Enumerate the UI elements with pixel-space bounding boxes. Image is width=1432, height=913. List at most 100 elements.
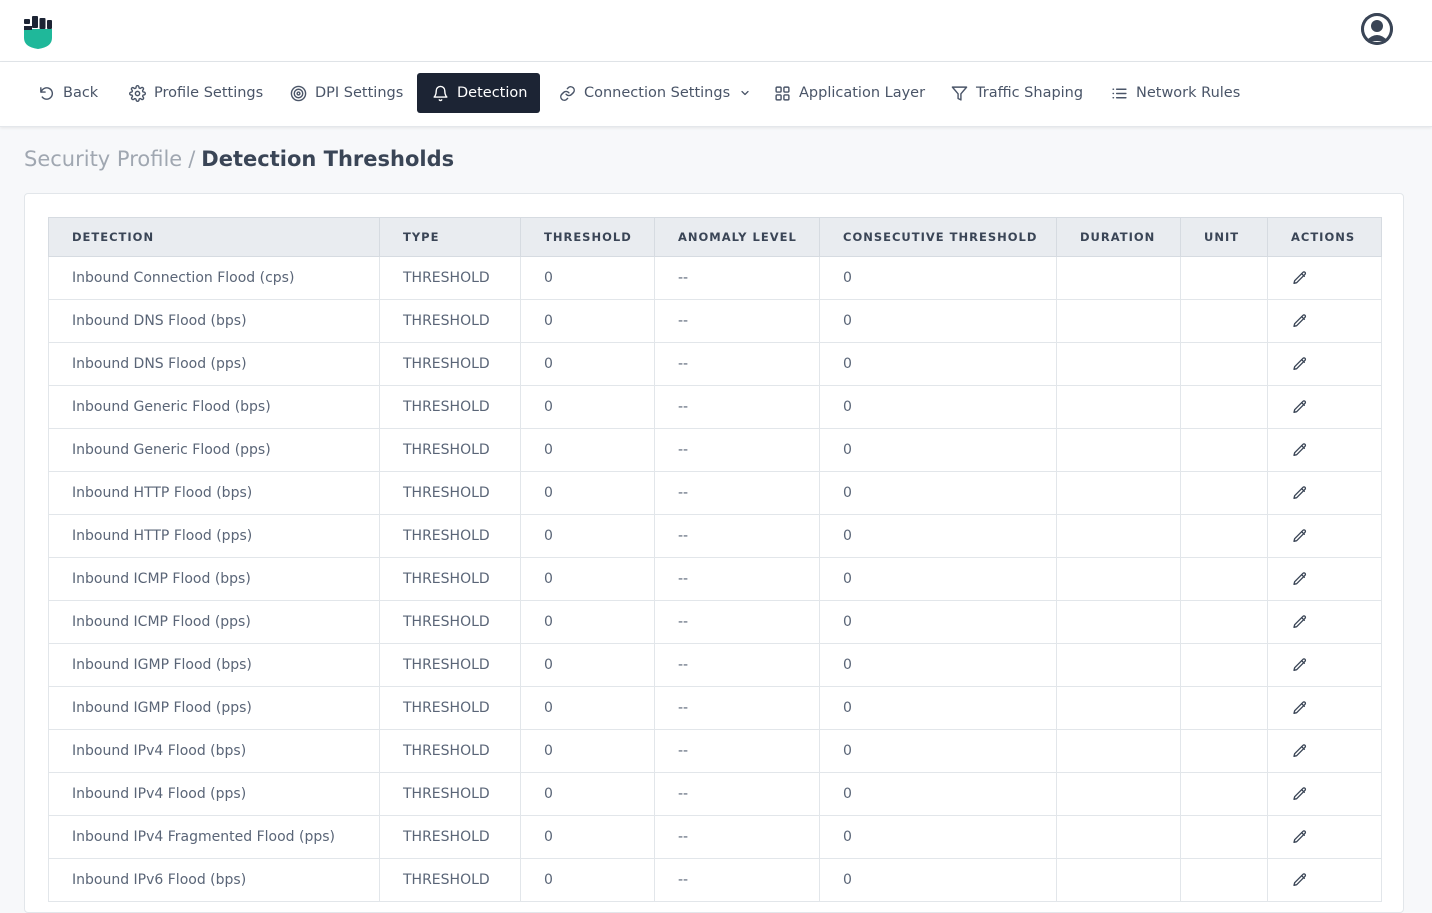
cell-type: THRESHOLD xyxy=(379,299,521,343)
tab-dpi-settings[interactable]: DPI Settings xyxy=(290,73,403,113)
cell-consecutive-threshold: 0 xyxy=(819,299,1057,343)
cell-consecutive-threshold: 0 xyxy=(819,858,1057,902)
edit-row-button[interactable] xyxy=(1267,686,1382,730)
edit-row-button[interactable] xyxy=(1267,600,1382,644)
cell-threshold: 0 xyxy=(520,385,655,429)
cell-unit xyxy=(1180,858,1268,902)
breadcrumb-parent[interactable]: Security Profile xyxy=(24,147,182,171)
cell-unit xyxy=(1180,514,1268,558)
cell-duration xyxy=(1056,600,1181,644)
table-row: Inbound ICMP Flood (bps) THRESHOLD 0 -- 0 xyxy=(48,557,1382,601)
table-row: Inbound IGMP Flood (pps) THRESHOLD 0 -- 0 xyxy=(48,686,1382,730)
edit-row-button[interactable] xyxy=(1267,342,1382,386)
user-avatar-icon[interactable] xyxy=(1361,13,1393,45)
cell-anomaly-level: -- xyxy=(654,815,820,859)
nav-label: DPI Settings xyxy=(315,85,404,101)
cell-anomaly-level: -- xyxy=(654,858,820,902)
cell-anomaly-level: -- xyxy=(654,557,820,601)
pencil-icon xyxy=(1293,572,1307,585)
edit-row-button[interactable] xyxy=(1267,772,1382,816)
edit-row-button[interactable] xyxy=(1267,557,1382,601)
cell-anomaly-level: -- xyxy=(654,600,820,644)
cell-detection: Inbound IPv4 Flood (pps) xyxy=(48,772,380,816)
pencil-icon xyxy=(1293,744,1307,757)
cell-consecutive-threshold: 0 xyxy=(819,643,1057,687)
tab-profile-settings[interactable]: Profile Settings xyxy=(129,73,263,113)
edit-row-button[interactable] xyxy=(1267,643,1382,687)
edit-row-button[interactable] xyxy=(1267,815,1382,859)
cell-consecutive-threshold: 0 xyxy=(819,256,1057,300)
cell-consecutive-threshold: 0 xyxy=(819,471,1057,515)
table-row: Inbound IGMP Flood (bps) THRESHOLD 0 -- 0 xyxy=(48,643,1382,687)
cell-duration xyxy=(1056,729,1181,773)
cell-consecutive-threshold: 0 xyxy=(819,600,1057,644)
tab-traffic-shaping[interactable]: Traffic Shaping xyxy=(951,73,1083,113)
cell-duration xyxy=(1056,557,1181,601)
table-row: Inbound Generic Flood (pps) THRESHOLD 0 -- 0 xyxy=(48,428,1382,472)
cell-type: THRESHOLD xyxy=(379,256,521,300)
cell-threshold: 0 xyxy=(520,428,655,472)
edit-row-button[interactable] xyxy=(1267,299,1382,343)
cell-type: THRESHOLD xyxy=(379,815,521,859)
cell-unit xyxy=(1180,342,1268,386)
cell-threshold: 0 xyxy=(520,815,655,859)
target-icon xyxy=(290,85,307,101)
edit-row-button[interactable] xyxy=(1267,256,1382,300)
table-row: Inbound IPv6 Flood (bps) THRESHOLD 0 -- 0 xyxy=(48,858,1382,902)
pencil-icon xyxy=(1293,271,1307,284)
cell-threshold: 0 xyxy=(520,471,655,515)
table-header-row: DETECTION TYPE THRESHOLD ANOMALY LEVEL C… xyxy=(48,217,1382,257)
detection-thresholds-table: DETECTION TYPE THRESHOLD ANOMALY LEVEL C… xyxy=(48,217,1382,902)
column-header: THRESHOLD xyxy=(520,217,655,257)
pencil-icon xyxy=(1293,400,1307,413)
tab-application-layer[interactable]: Application Layer xyxy=(774,73,925,113)
cell-unit xyxy=(1180,557,1268,601)
edit-row-button[interactable] xyxy=(1267,428,1382,472)
tab-network-rules[interactable]: Network Rules xyxy=(1111,73,1240,113)
tab-detection[interactable]: Detection xyxy=(417,73,540,113)
cell-type: THRESHOLD xyxy=(379,471,521,515)
cell-unit xyxy=(1180,729,1268,773)
nav-label: Traffic Shaping xyxy=(976,85,1084,101)
column-header: UNIT xyxy=(1180,217,1268,257)
cell-unit xyxy=(1180,299,1268,343)
fist-shield-logo[interactable] xyxy=(22,16,54,50)
cell-anomaly-level: -- xyxy=(654,256,820,300)
bell-icon xyxy=(433,85,448,101)
cell-type: THRESHOLD xyxy=(379,342,521,386)
cell-consecutive-threshold: 0 xyxy=(819,729,1057,773)
cell-anomaly-level: -- xyxy=(654,772,820,816)
cell-detection: Inbound Generic Flood (bps) xyxy=(48,385,380,429)
edit-row-button[interactable] xyxy=(1267,471,1382,515)
cell-consecutive-threshold: 0 xyxy=(819,428,1057,472)
cell-anomaly-level: -- xyxy=(654,428,820,472)
cell-unit xyxy=(1180,256,1268,300)
cell-duration xyxy=(1056,299,1181,343)
cell-consecutive-threshold: 0 xyxy=(819,342,1057,386)
nav-label: Profile Settings xyxy=(154,85,264,101)
cell-duration xyxy=(1056,686,1181,730)
cell-threshold: 0 xyxy=(520,772,655,816)
cell-consecutive-threshold: 0 xyxy=(819,514,1057,558)
table-row: Inbound HTTP Flood (pps) THRESHOLD 0 -- 0 xyxy=(48,514,1382,558)
edit-row-button[interactable] xyxy=(1267,858,1382,902)
edit-row-button[interactable] xyxy=(1267,729,1382,773)
column-header: ANOMALY LEVEL xyxy=(654,217,820,257)
edit-row-button[interactable] xyxy=(1267,514,1382,558)
cell-duration xyxy=(1056,514,1181,558)
back-button[interactable]: Back xyxy=(38,73,98,113)
filter-icon xyxy=(951,85,968,101)
cell-detection: Inbound IPv4 Fragmented Flood (pps) xyxy=(48,815,380,859)
cell-anomaly-level: -- xyxy=(654,471,820,515)
cell-detection: Inbound ICMP Flood (pps) xyxy=(48,600,380,644)
edit-row-button[interactable] xyxy=(1267,385,1382,429)
cell-consecutive-threshold: 0 xyxy=(819,815,1057,859)
column-header: TYPE xyxy=(379,217,521,257)
tab-connection-settings[interactable]: Connection Settings xyxy=(559,73,751,113)
nav-label: Connection Settings xyxy=(584,85,731,101)
cell-anomaly-level: -- xyxy=(654,686,820,730)
thresholds-card: DETECTION TYPE THRESHOLD ANOMALY LEVEL C… xyxy=(24,193,1404,913)
table-row: Inbound IPv4 Flood (bps) THRESHOLD 0 -- 0 xyxy=(48,729,1382,773)
cell-threshold: 0 xyxy=(520,600,655,644)
cell-threshold: 0 xyxy=(520,686,655,730)
